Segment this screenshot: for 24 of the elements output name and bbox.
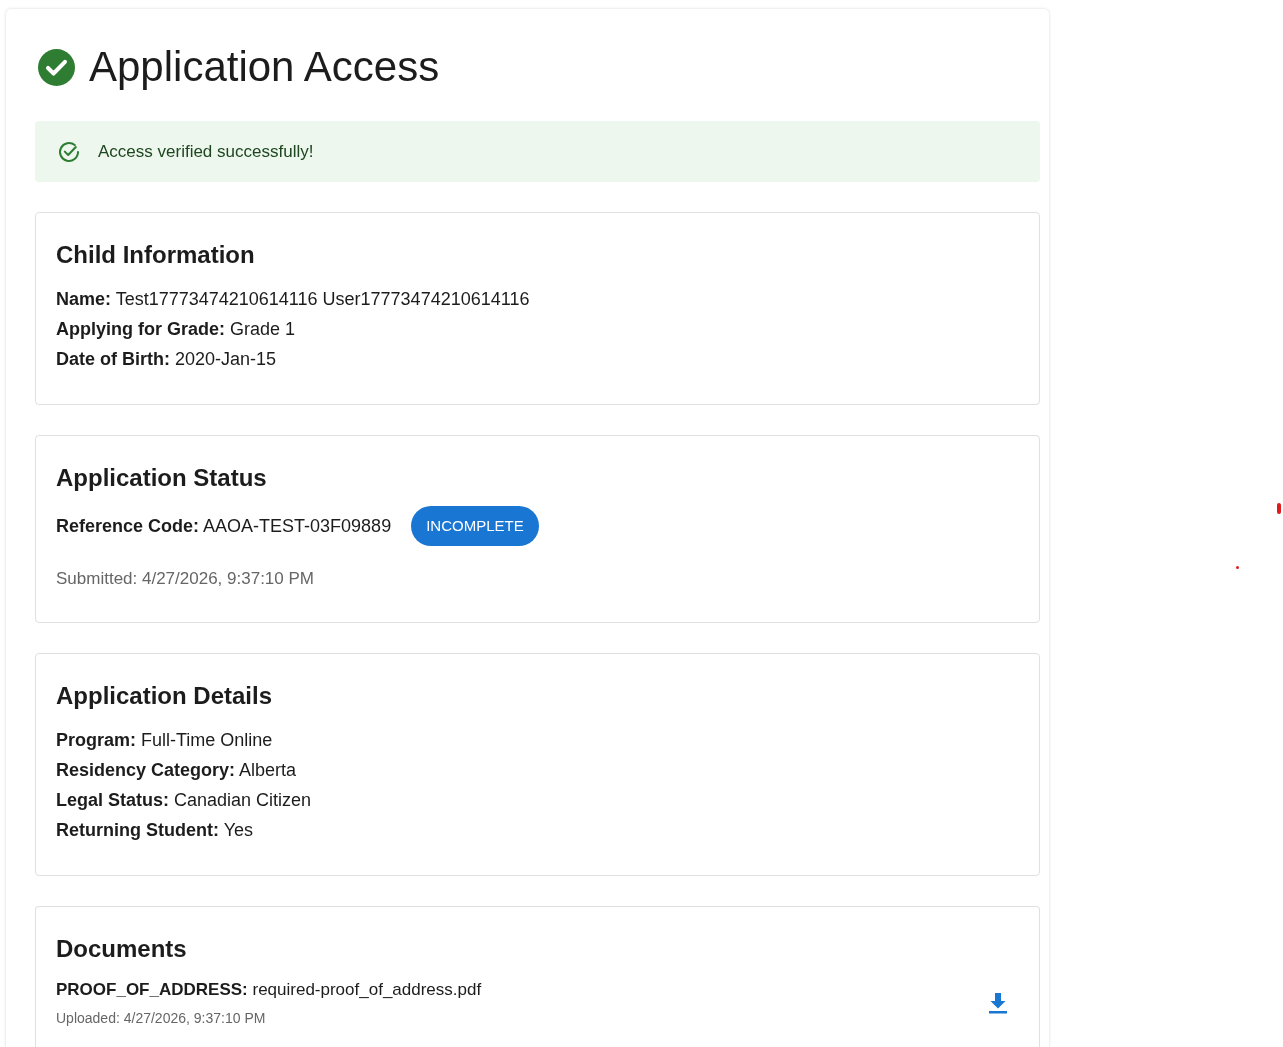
document-line: PROOF_OF_ADDRESS: required-proof_of_address.pdf <box>56 979 482 1001</box>
section-heading: Application Details <box>56 681 274 711</box>
alert-message: Access verified successfully! <box>98 140 314 163</box>
dot-mark-icon <box>1236 566 1239 569</box>
field-line: Name: Test17773474210614116 User17773474210614116 <box>56 288 530 311</box>
reference-code: Reference Code: AAOA-TEST-03F09889 <box>56 515 392 538</box>
field-line: Residency Category: Alberta <box>56 759 297 782</box>
upload-date: Uploaded: 4/27/2026, 9:37:10 PM <box>56 1009 266 1028</box>
check-circle-outline-icon <box>57 139 81 164</box>
status-badge: INCOMPLETE <box>411 506 539 546</box>
dash-mark-icon <box>1277 503 1281 514</box>
section-heading: Child Information <box>56 240 256 270</box>
section-heading: Documents <box>56 934 188 964</box>
download-button[interactable] <box>988 992 1008 1014</box>
download-icon <box>988 992 1008 1014</box>
submitted-date: Submitted: 4/27/2026, 9:37:10 PM <box>56 568 314 590</box>
field-line: Program: Full-Time Online <box>56 729 273 752</box>
field-line: Applying for Grade: Grade 1 <box>56 318 296 341</box>
check-circle-icon <box>38 48 75 86</box>
field-line: Legal Status: Canadian Citizen <box>56 789 312 812</box>
field-line: Returning Student: Yes <box>56 819 254 842</box>
field-line: Date of Birth: 2020-Jan-15 <box>56 348 277 371</box>
section-heading: Application Status <box>56 463 268 493</box>
page-title: Application Access <box>89 42 440 92</box>
